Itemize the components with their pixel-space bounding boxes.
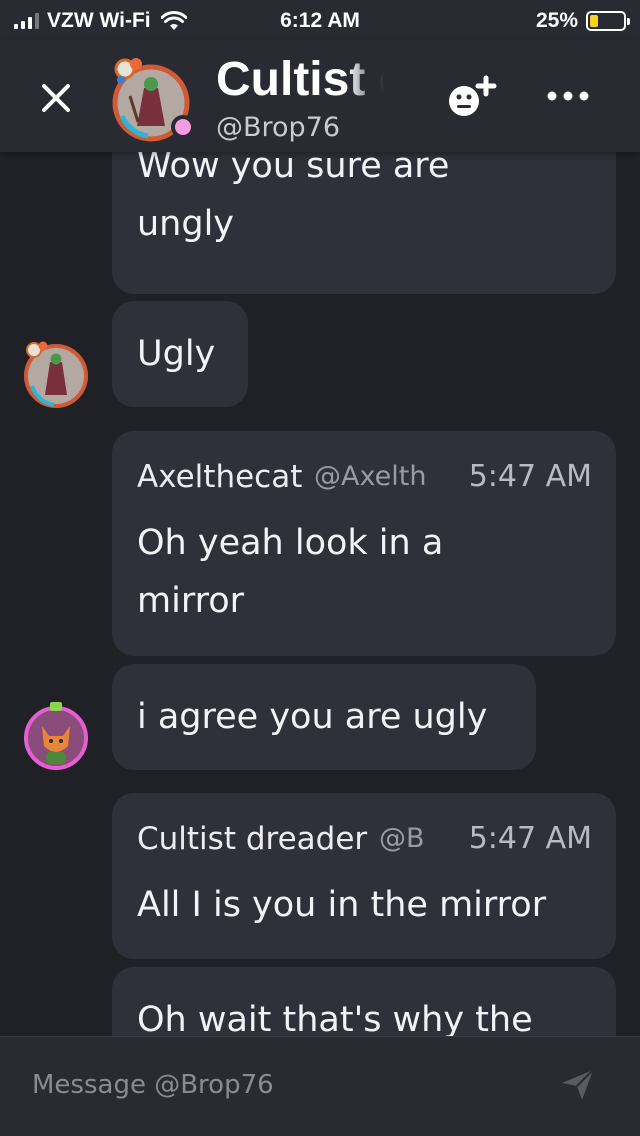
message-list[interactable]: Wow you sure are ungly Ugly Axelthecat @… [0,152,640,1036]
close-icon[interactable] [36,78,76,118]
message-author-handle: @Axelth [314,461,427,492]
battery-icon [586,11,630,31]
status-right: 25% [535,9,630,33]
message-text-line: ungly [137,204,235,244]
message-bubble[interactable]: Cultist dreader @B 5:47 AM All I is you … [112,793,616,959]
message-text-line: All I is you in the mirror [137,885,547,925]
message-author-handle: @B [379,823,425,854]
avatar[interactable] [22,702,90,770]
more-icon[interactable] [546,86,590,106]
message-bubble[interactable]: Axelthecat @Axelth 5:47 AM Oh yeah look … [112,431,616,656]
message-text-line: Oh wait that's why the [137,1000,533,1036]
status-bar: VZW Wi-Fi 6:12 AM 25% [0,0,640,40]
chat-title[interactable]: Cultist dreader [216,52,384,107]
message-timestamp: 5:47 AM [468,821,592,856]
message-text-line: Oh yeah look in a [137,523,444,563]
message-text-line: i agree you are ugly [137,697,488,737]
message-meta: Axelthecat @Axelth 5:47 AM [137,459,592,499]
add-friend-icon[interactable] [444,74,500,122]
message-timestamp: 5:47 AM [468,459,592,494]
message-input[interactable] [20,1059,540,1111]
battery-percent: 25% [535,9,578,32]
message-bubble[interactable]: i agree you are ugly [112,664,536,770]
message-bubble[interactable]: Oh wait that's why the [112,967,616,1036]
message-text-line: Ugly [137,334,216,374]
online-status-dot [171,115,195,139]
message-meta: Cultist dreader @B 5:47 AM [137,821,592,861]
message-text-line: Wow you sure are [137,152,450,186]
avatar[interactable] [22,340,90,408]
message-bubble[interactable]: Ugly [112,301,248,407]
message-text-line: mirror [137,581,245,621]
message-author[interactable]: Axelthecat [137,459,302,495]
send-icon[interactable] [560,1067,596,1103]
message-composer [0,1036,640,1136]
chat-header: Cultist dreader @Brop76 [0,40,640,152]
chat-handle[interactable]: @Brop76 [216,112,340,143]
message-author[interactable]: Cultist dreader [137,821,367,857]
message-bubble[interactable]: Wow you sure are ungly [112,152,616,294]
battery-fill [590,15,598,27]
